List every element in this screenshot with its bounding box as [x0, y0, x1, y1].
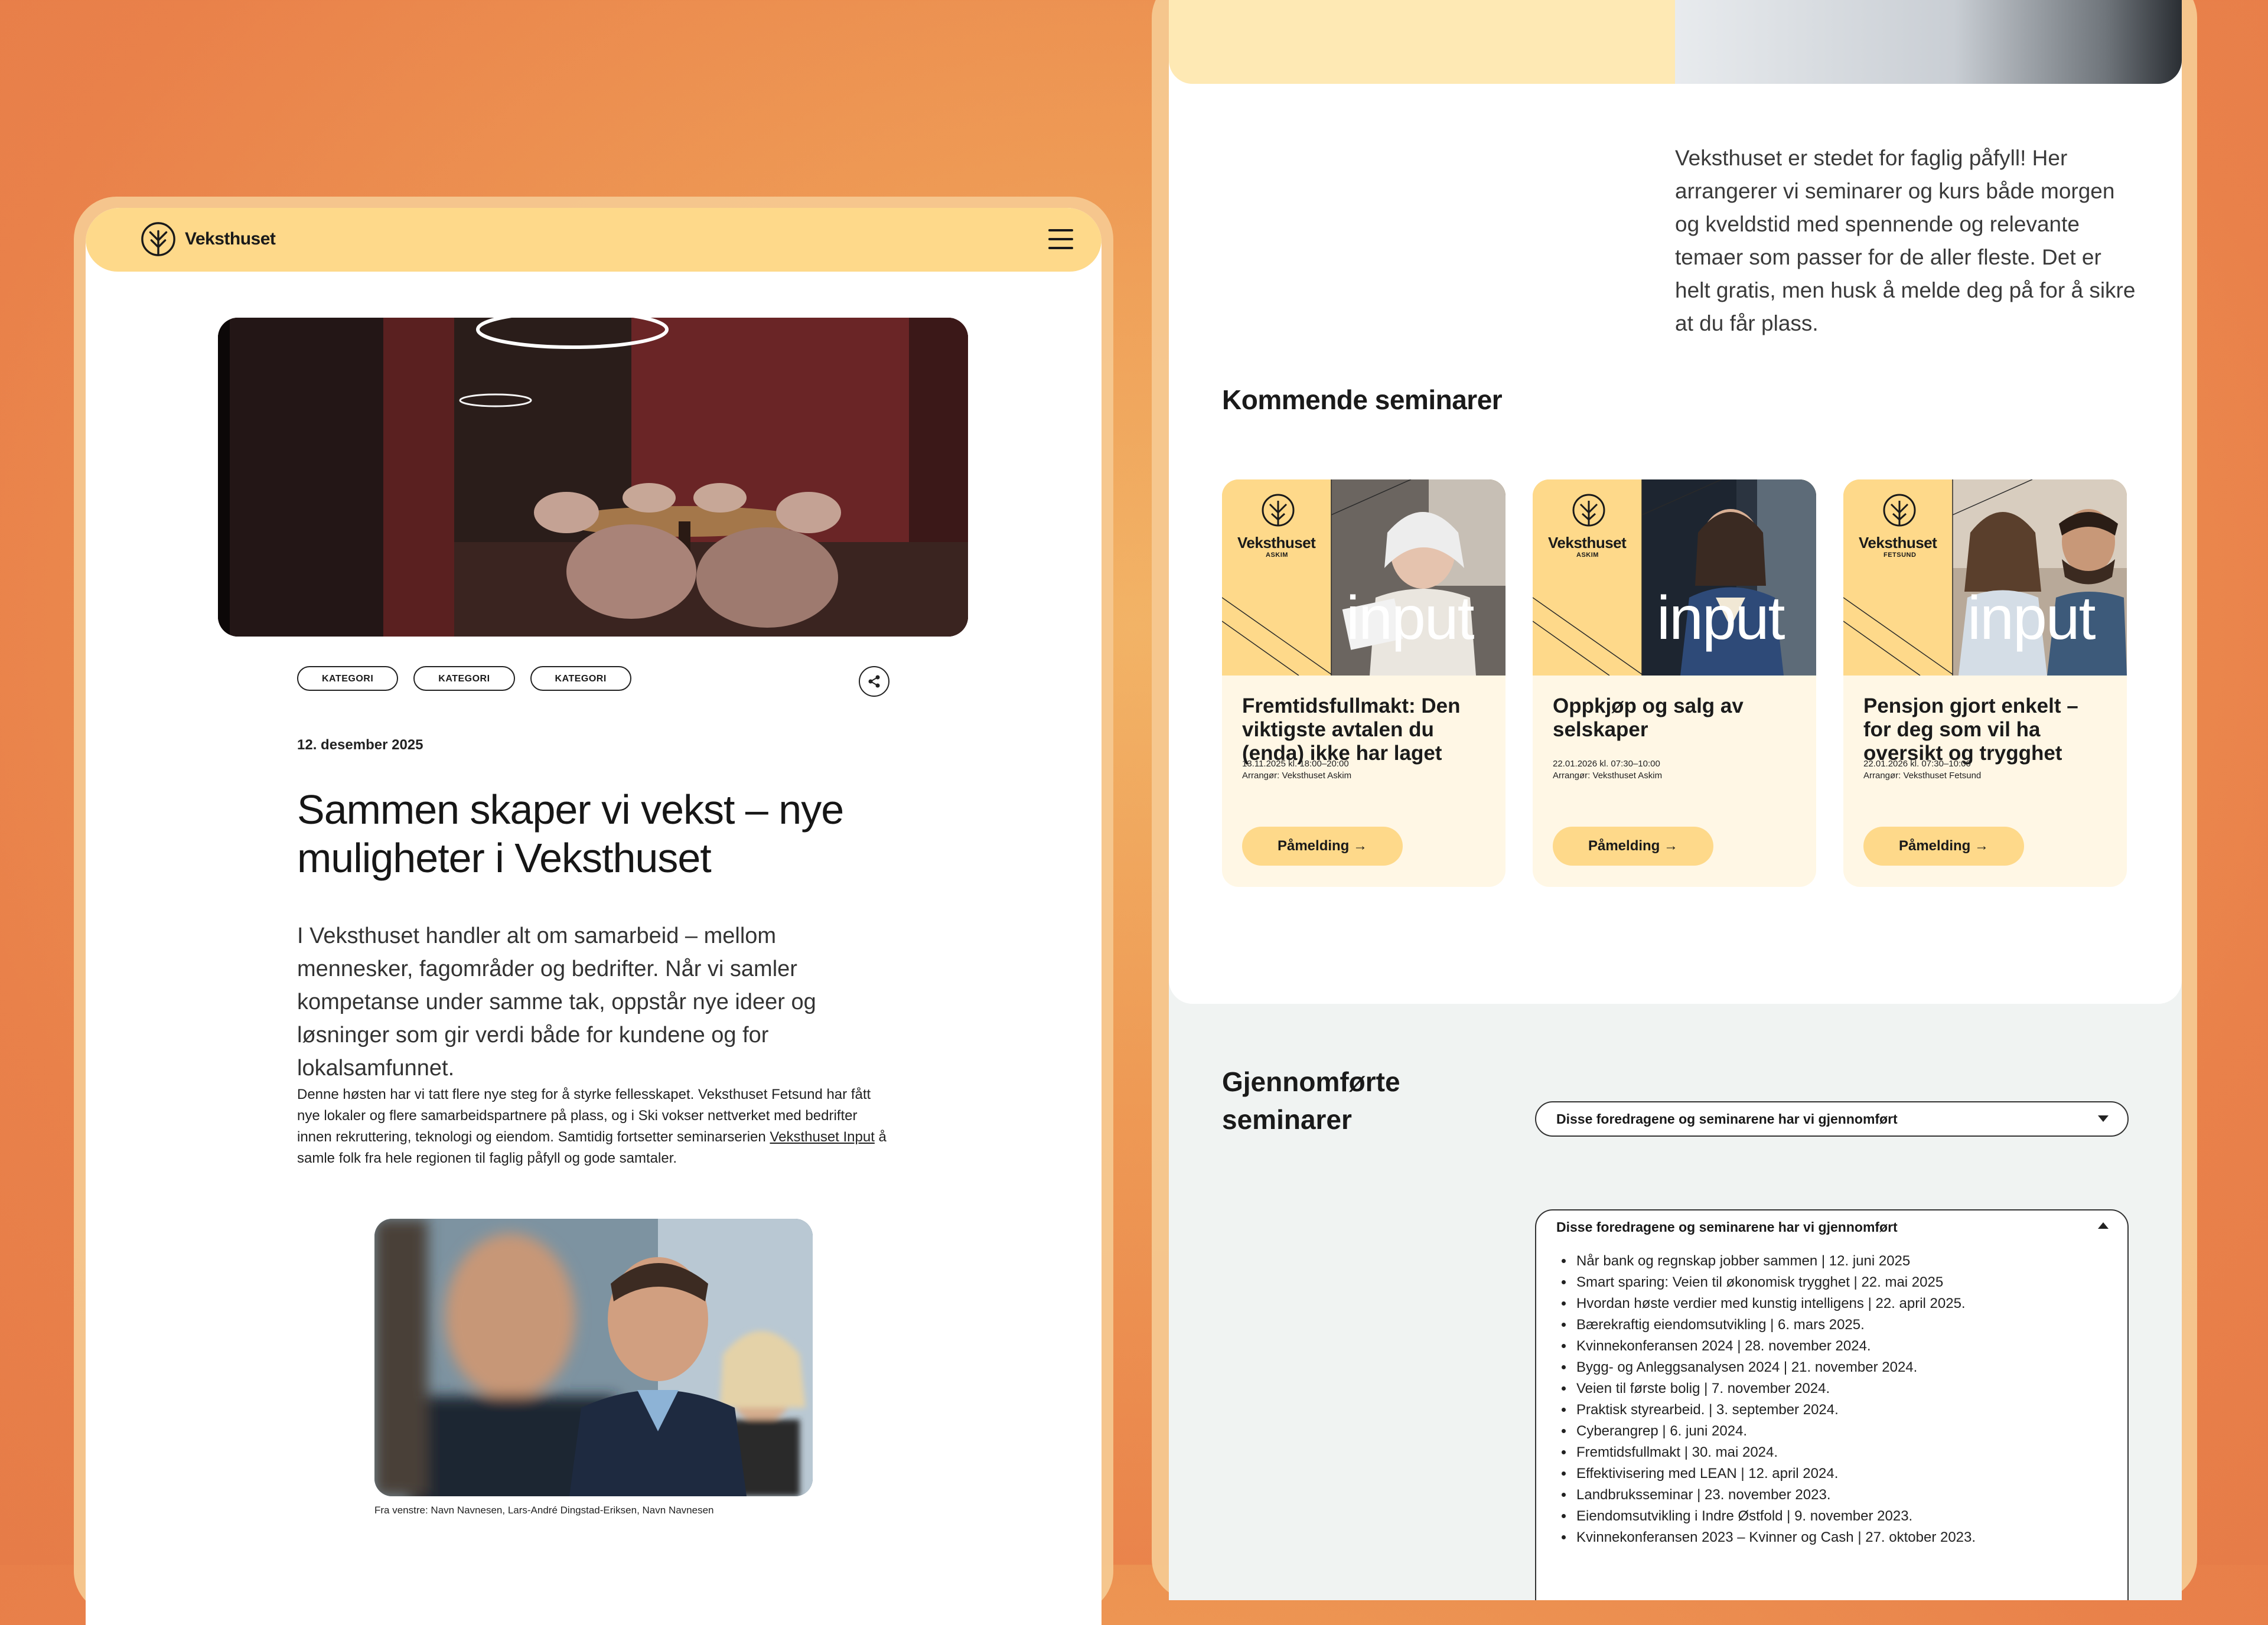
- upcoming-seminars-heading: Kommende seminarer: [1222, 384, 1503, 415]
- list-item: Veien til første bolig | 7. november 202…: [1574, 1378, 1976, 1399]
- list-item: Landbruksseminar | 23. november 2023.: [1574, 1484, 1976, 1506]
- card-time: 13.11.2025 kl. 18:00–20:00: [1242, 759, 1349, 769]
- card-time: 22.01.2026 kl. 07:30–10:00: [1863, 759, 1971, 769]
- card-location: ASKIM: [1576, 552, 1599, 559]
- card-series-wordmark: input: [1657, 584, 1785, 652]
- register-button[interactable]: Påmelding →: [1863, 827, 2024, 866]
- card-organizer: Arrangør: Veksthuset Fetsund: [1863, 771, 1982, 781]
- card-series-wordmark: input: [1967, 584, 2096, 652]
- card-title: Fremtidsfullmakt: Den viktigste avtalen …: [1242, 694, 1461, 765]
- share-icon[interactable]: [859, 666, 889, 697]
- list-item: Eiendomsutvikling i Indre Østfold | 9. n…: [1574, 1506, 1976, 1527]
- seminar-content-panel: Veksthuset er stedet for faglig påfyll! …: [1169, 0, 2182, 1004]
- veksthuset-leaf-icon: [141, 222, 175, 256]
- card-meta: 22.01.2026 kl. 07:30–10:00 Arrangør: Vek…: [1863, 758, 2111, 782]
- top-nav: Veksthuset: [86, 208, 1102, 272]
- caret-up-icon: [2098, 1222, 2109, 1229]
- card-meta: 13.11.2025 kl. 18:00–20:00 Arrangør: Vek…: [1242, 758, 1490, 782]
- card-organizer: Arrangør: Veksthuset Askim: [1553, 771, 1663, 781]
- article-lead: I Veksthuset handler alt om samarbeid – …: [297, 924, 816, 1081]
- card-time: 22.01.2026 kl. 07:30–10:00: [1553, 759, 1660, 769]
- article-title: Sammen skaper vi vekst – nye muligheter …: [297, 787, 844, 881]
- register-button[interactable]: Påmelding →: [1553, 827, 1713, 866]
- card-brand: Veksthuset: [1859, 534, 1937, 552]
- arrow-right-icon: →: [1664, 838, 1679, 854]
- category-tag[interactable]: KATEGORI: [530, 666, 631, 691]
- list-item: Hvordan høste verdier med kunstig intell…: [1574, 1293, 1976, 1314]
- veksthuset-input-link[interactable]: Veksthuset Input: [770, 1129, 874, 1145]
- list-item: Når bank og regnskap jobber sammen | 12.…: [1574, 1251, 1976, 1272]
- list-item: Praktisk styrearbeid. | 3. september 202…: [1574, 1399, 1976, 1421]
- list-item: Kvinnekonferansen 2024 | 28. november 20…: [1574, 1336, 1976, 1357]
- seminar-card[interactable]: Veksthuset ASKIM input Oppkjøp og salg a…: [1533, 479, 1816, 887]
- completed-seminars-dropdown[interactable]: Disse foredragene og seminarene har vi g…: [1535, 1101, 2129, 1137]
- card-image: Veksthuset ASKIM input: [1533, 479, 1816, 676]
- list-item: Bærekraftig eiendomsutvikling | 6. mars …: [1574, 1314, 1976, 1336]
- card-organizer: Arrangør: Veksthuset Askim: [1242, 771, 1352, 781]
- card-title: Pensjon gjort enkelt – for deg som vil h…: [1863, 694, 2078, 765]
- seminar-card[interactable]: Veksthuset FETSUND input Pensjon gjort e…: [1843, 479, 2127, 887]
- card-brand: Veksthuset: [1237, 534, 1316, 552]
- register-button[interactable]: Påmelding →: [1242, 827, 1403, 866]
- completed-seminars-accordion[interactable]: Disse foredragene og seminarene har vi g…: [1535, 1209, 2129, 1600]
- list-item: Effektivisering med LEAN | 12. april 202…: [1574, 1463, 1976, 1484]
- card-brand: Veksthuset: [1548, 534, 1627, 552]
- register-button-label: Påmelding: [1898, 838, 1971, 854]
- card-location: FETSUND: [1884, 552, 1917, 559]
- card-meta: 22.01.2026 kl. 07:30–10:00 Arrangør: Vek…: [1553, 758, 1801, 782]
- list-item: Bygg- og Anleggsanalysen 2024 | 21. nove…: [1574, 1357, 1976, 1378]
- seminar-card[interactable]: Veksthuset ASKIM input Fremtidsfullmakt:…: [1222, 479, 1506, 887]
- category-tag[interactable]: KATEGORI: [413, 666, 515, 691]
- register-button-label: Påmelding: [1588, 838, 1660, 854]
- dropdown-label: Disse foredragene og seminarene har vi g…: [1556, 1111, 1898, 1127]
- register-button-label: Påmelding: [1277, 838, 1350, 854]
- article-date: 12. desember 2025: [297, 737, 423, 753]
- right-device-screen: Veksthuset er stedet for faglig påfyll! …: [1169, 0, 2182, 1600]
- completed-seminars-heading: Gjennomførte seminarer: [1222, 1066, 1400, 1135]
- list-item: Cyberangrep | 6. juni 2024.: [1574, 1421, 1976, 1442]
- arrow-right-icon: →: [1353, 838, 1368, 854]
- hamburger-menu-icon[interactable]: [1048, 228, 1073, 250]
- photo-caption: Fra venstre: Navn Navnesen, Lars-André D…: [374, 1505, 714, 1516]
- accordion-header[interactable]: Disse foredragene og seminarene har vi g…: [1556, 1215, 1898, 1239]
- hero-image-meeting-room: [218, 318, 968, 637]
- article-photo-people: [374, 1219, 813, 1496]
- header-photo: [1675, 0, 2182, 84]
- caret-down-icon: [2098, 1115, 2109, 1122]
- brand-logo[interactable]: Veksthuset: [140, 221, 276, 257]
- list-item: Smart sparing: Veien til økonomisk trygg…: [1574, 1272, 1976, 1293]
- category-tag[interactable]: KATEGORI: [297, 666, 399, 691]
- intro-text: Veksthuset er stedet for faglig påfyll! …: [1675, 146, 2136, 335]
- past-seminar-list: Når bank og regnskap jobber sammen | 12.…: [1560, 1251, 1976, 1548]
- card-location: ASKIM: [1266, 552, 1288, 559]
- card-series-wordmark: input: [1346, 584, 1475, 652]
- list-item: Kvinnekonferansen 2023 – Kvinner og Cash…: [1574, 1527, 1976, 1548]
- card-title: Oppkjøp og salg av selskaper: [1553, 694, 1744, 741]
- arrow-right-icon: →: [1974, 838, 1989, 854]
- category-tags: KATEGORI KATEGORI KATEGORI: [297, 666, 631, 691]
- card-image: Veksthuset FETSUND input: [1843, 479, 2127, 676]
- list-item: Fremtidsfullmakt | 30. mai 2024.: [1574, 1442, 1976, 1463]
- header-yellow-block: [1169, 0, 1675, 84]
- brand-name: Veksthuset: [185, 229, 276, 249]
- article-body: Denne høsten har vi tatt flere nye steg …: [297, 1084, 894, 1169]
- card-image: Veksthuset ASKIM input: [1222, 479, 1506, 676]
- left-device-screen: Veksthuset KATEGORI KATEGORI KATEGORI 12…: [86, 208, 1102, 1625]
